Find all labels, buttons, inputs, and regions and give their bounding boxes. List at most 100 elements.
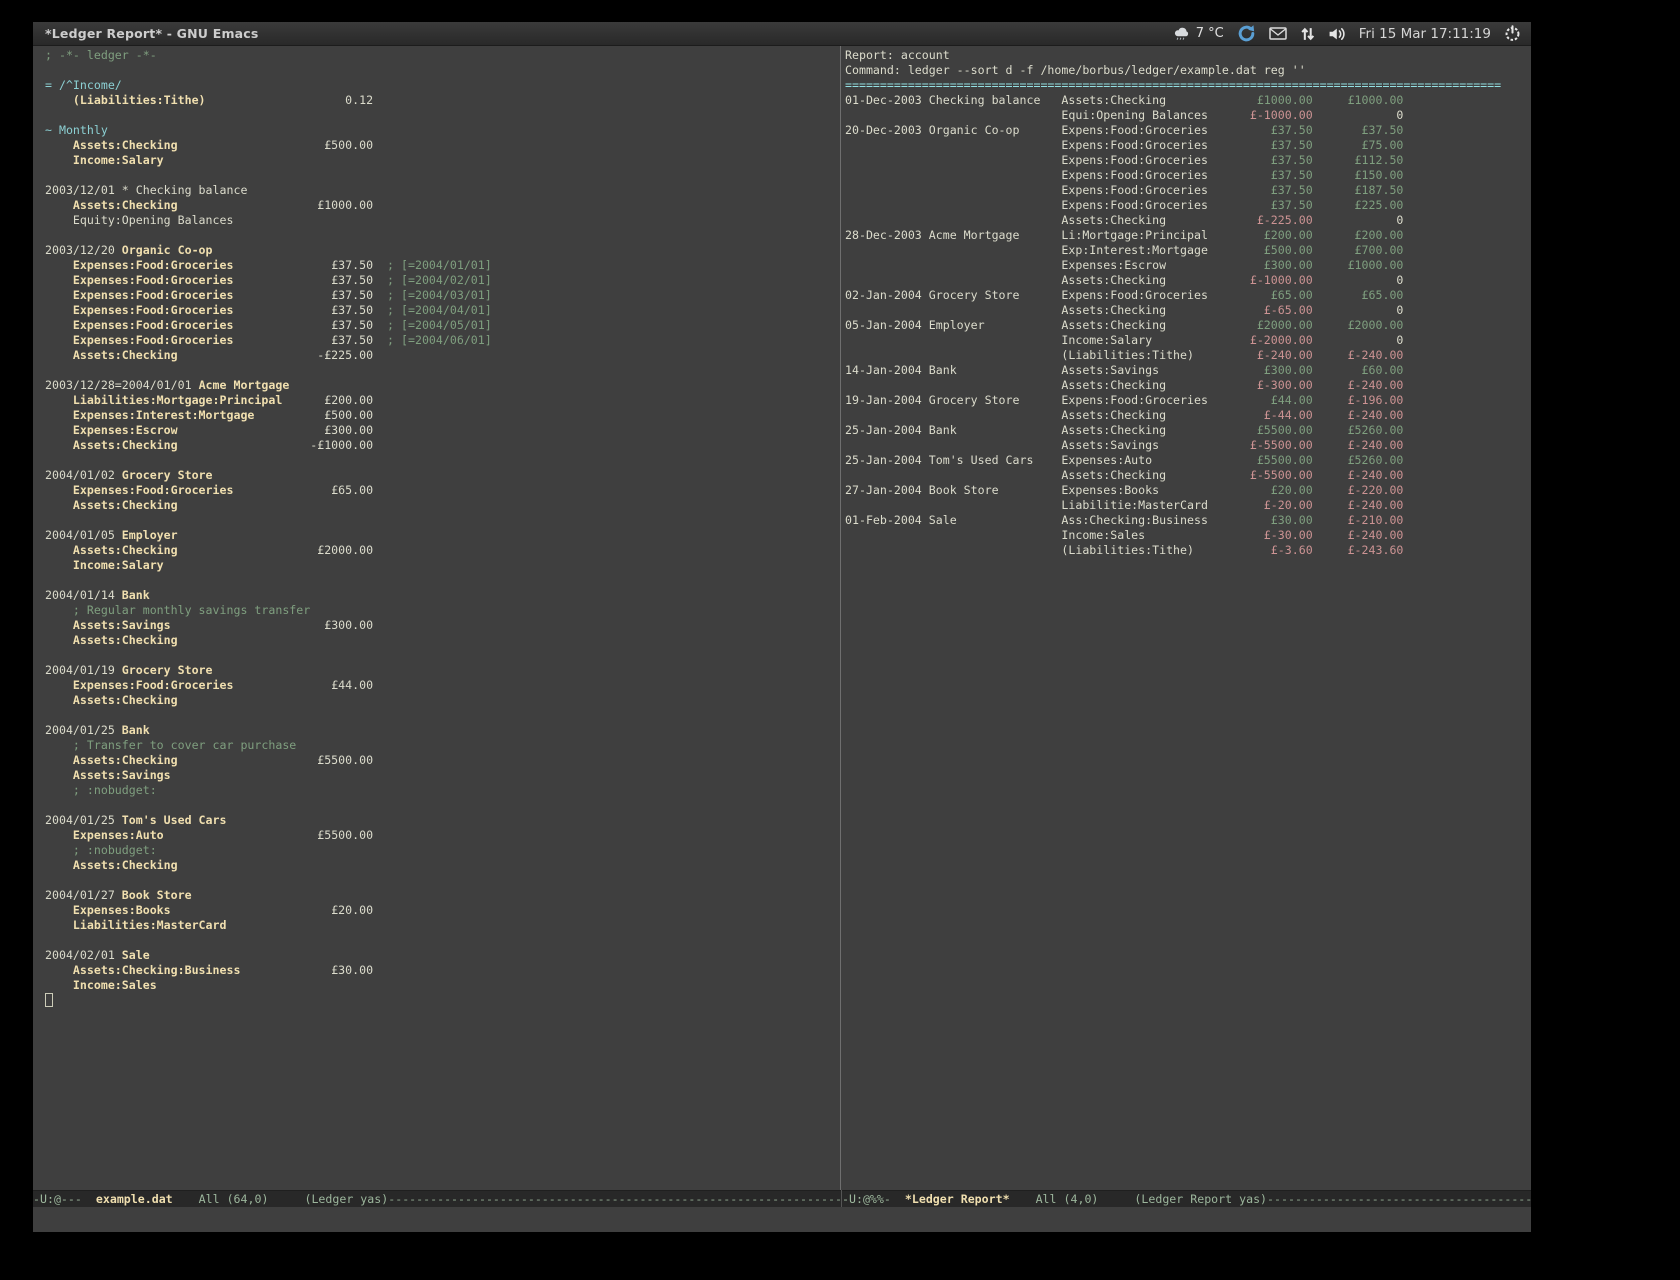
weather-icon[interactable] — [1173, 25, 1190, 42]
posting-amount: £37.50 — [1208, 138, 1313, 152]
tray-clock[interactable]: Fri 15 Mar 17:11:19 — [1359, 26, 1491, 42]
network-icon[interactable] — [1300, 26, 1315, 42]
register-row: 05-Jan-2004 Employer Assets:Checking £20… — [845, 318, 1530, 333]
buffer-line: ~ Monthly — [45, 123, 840, 138]
running-total: £-240.00 — [1313, 408, 1404, 422]
editor-area: ; -*- ledger -*-= /^Income/ (Liabilities… — [33, 46, 1531, 1190]
modeline-left[interactable]: -U:@---example.datAll (64,0)(Ledger yas)… — [33, 1190, 841, 1207]
buffer-line — [45, 108, 840, 123]
running-total: 0 — [1313, 303, 1404, 317]
register-row: Income:Salary £-2000.00 0 — [845, 333, 1530, 348]
register-row: Income:Sales £-30.00 £-240.00 — [845, 528, 1530, 543]
running-total: £-196.00 — [1313, 393, 1404, 407]
buffer-line: ; Regular monthly savings transfer — [45, 603, 840, 618]
posting-amount: £37.50 — [1208, 123, 1313, 137]
buffer-line: (Liabilities:Tithe) 0.12 — [45, 93, 840, 108]
running-total: £75.00 — [1313, 138, 1404, 152]
running-total: £112.50 — [1313, 153, 1404, 167]
buffer-line: ; Transfer to cover car purchase — [45, 738, 840, 753]
posting-amount: £37.50 — [1208, 153, 1313, 167]
emacs-window: *Ledger Report* - GNU Emacs 7 °C Fri 15 … — [33, 22, 1531, 1232]
buffer-line: Expenses:Food:Groceries £37.50 ; [=2004/… — [45, 318, 840, 333]
buffer-line — [45, 573, 840, 588]
report-pane[interactable]: Report: account Command: ledger --sort d… — [841, 46, 1530, 1190]
posting-amount: £-1000.00 — [1208, 273, 1313, 287]
echo-area[interactable] — [33, 1207, 1531, 1232]
posting-amount: £-20.00 — [1208, 498, 1313, 512]
register-row: Assets:Checking £-1000.00 0 — [845, 273, 1530, 288]
buffer-line: 2004/01/14 Bank — [45, 588, 840, 603]
running-total: £37.50 — [1313, 123, 1404, 137]
running-total: £187.50 — [1313, 183, 1404, 197]
posting-amount: £5500.00 — [1208, 423, 1313, 437]
posting-amount: £-240.00 — [1208, 348, 1313, 362]
buffer-line: Expenses:Food:Groceries £37.50 ; [=2004/… — [45, 273, 840, 288]
buffer-line — [45, 993, 840, 1008]
text-cursor — [45, 993, 53, 1007]
posting-amount: £-225.00 — [1208, 213, 1313, 227]
buffer-line: Expenses:Auto £5500.00 — [45, 828, 840, 843]
running-total: £-240.00 — [1313, 528, 1404, 542]
buffer-line — [45, 513, 840, 528]
register-row: (Liabilities:Tithe) £-240.00 £-240.00 — [845, 348, 1530, 363]
modeline-right[interactable]: -U:@%%-*Ledger Report*All (4,0)(Ledger R… — [842, 1190, 1531, 1207]
running-total: 0 — [1313, 213, 1404, 227]
buffer-line: Assets:Checking -£1000.00 — [45, 438, 840, 453]
buffer-line — [45, 228, 840, 243]
ledger-pane[interactable]: ; -*- ledger -*-= /^Income/ (Liabilities… — [33, 46, 841, 1190]
posting-amount: £-2000.00 — [1208, 333, 1313, 347]
register-row: 14-Jan-2004 Bank Assets:Savings £300.00 … — [845, 363, 1530, 378]
posting-amount: £20.00 — [1208, 483, 1313, 497]
refresh-icon[interactable] — [1237, 24, 1256, 43]
running-total: £-220.00 — [1313, 483, 1404, 497]
running-total: £1000.00 — [1313, 258, 1404, 272]
register-row: Assets:Checking £-300.00 £-240.00 — [845, 378, 1530, 393]
report-separator: ========================================… — [845, 78, 1530, 93]
buffer-line: Income:Sales — [45, 978, 840, 993]
modeline-buffer-name: example.dat — [96, 1192, 173, 1206]
running-total: £-240.00 — [1313, 468, 1404, 482]
titlebar[interactable]: *Ledger Report* - GNU Emacs 7 °C Fri 15 … — [33, 22, 1531, 46]
register-row: Assets:Checking £-5500.00 £-240.00 — [845, 468, 1530, 483]
mail-icon[interactable] — [1269, 26, 1287, 41]
buffer-line — [45, 873, 840, 888]
buffer-line: Income:Salary — [45, 558, 840, 573]
posting-amount: £-300.00 — [1208, 378, 1313, 392]
power-icon[interactable] — [1504, 25, 1521, 42]
buffer-line — [45, 798, 840, 813]
buffer-line: 2004/01/19 Grocery Store — [45, 663, 840, 678]
modelines: -U:@---example.datAll (64,0)(Ledger yas)… — [33, 1190, 1531, 1207]
register-row: Expens:Food:Groceries £37.50 £187.50 — [845, 183, 1530, 198]
posting-amount: £-65.00 — [1208, 303, 1313, 317]
buffer-line: Assets:Checking — [45, 858, 840, 873]
buffer-line: Liabilities:Mortgage:Principal £200.00 — [45, 393, 840, 408]
register-row: Expenses:Escrow £300.00 £1000.00 — [845, 258, 1530, 273]
register-row: 20-Dec-2003 Organic Co-op Expens:Food:Gr… — [845, 123, 1530, 138]
buffer-line: Assets:Savings — [45, 768, 840, 783]
register-row: 28-Dec-2003 Acme Mortgage Li:Mortgage:Pr… — [845, 228, 1530, 243]
posting-amount: £5500.00 — [1208, 453, 1313, 467]
posting-amount: £-1000.00 — [1208, 108, 1313, 122]
temperature-label: 7 °C — [1196, 26, 1224, 41]
register-row: 27-Jan-2004 Book Store Expenses:Books £2… — [845, 483, 1530, 498]
buffer-line — [45, 363, 840, 378]
register-rows: 01-Dec-2003 Checking balance Assets:Chec… — [845, 93, 1530, 558]
register-row: 02-Jan-2004 Grocery Store Expens:Food:Gr… — [845, 288, 1530, 303]
posting-amount: £300.00 — [1208, 258, 1313, 272]
modeline-dashes: ----------------------------------------… — [1267, 1192, 1531, 1206]
register-row: Liabilitie:MasterCard £-20.00 £-240.00 — [845, 498, 1530, 513]
buffer-line: Expenses:Food:Groceries £65.00 — [45, 483, 840, 498]
report-command: Command: ledger --sort d -f /home/borbus… — [845, 63, 1530, 78]
buffer-line: Assets:Checking £500.00 — [45, 138, 840, 153]
modeline-modes: (Ledger Report yas) — [1134, 1192, 1267, 1206]
volume-icon[interactable] — [1328, 26, 1346, 42]
running-total: 0 — [1313, 273, 1404, 287]
register-row: 01-Feb-2004 Sale Ass:Checking:Business £… — [845, 513, 1530, 528]
register-row: 25-Jan-2004 Tom's Used Cars Expenses:Aut… — [845, 453, 1530, 468]
buffer-line: 2003/12/01 * Checking balance — [45, 183, 840, 198]
running-total: £5260.00 — [1313, 423, 1404, 437]
running-total: £60.00 — [1313, 363, 1404, 377]
running-total: £150.00 — [1313, 168, 1404, 182]
buffer-line: Assets:Checking £5500.00 — [45, 753, 840, 768]
modeline-buffer-name: *Ledger Report* — [905, 1192, 1010, 1206]
